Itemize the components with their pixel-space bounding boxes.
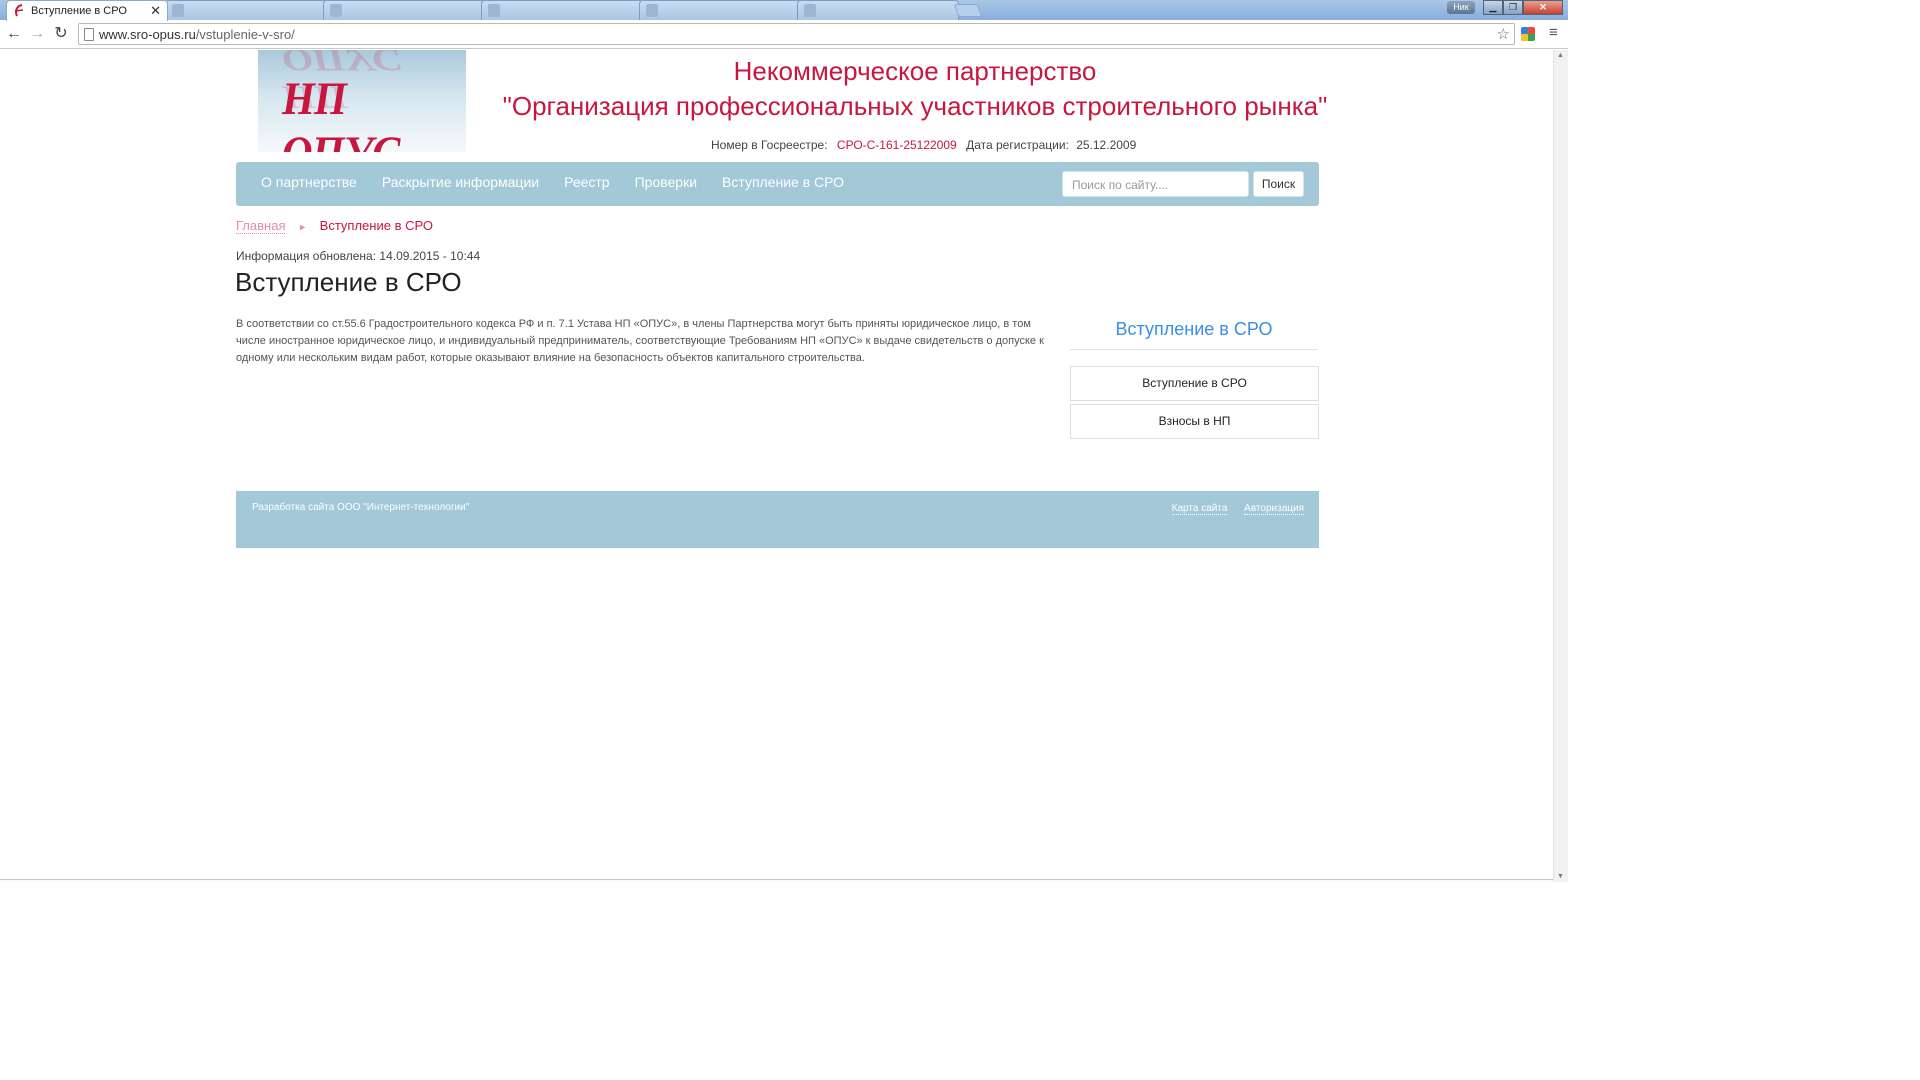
tab-favicon-icon <box>646 4 658 17</box>
nav-item-join[interactable]: Вступление в СРО <box>722 174 844 190</box>
reload-icon[interactable]: ↻ <box>51 24 71 44</box>
browser-tab-strip: Вступление в СРО ✕ Ник ▁ ❐ ✕ <box>0 0 1568 21</box>
reg-date-label: Дата регистрации: <box>966 138 1069 152</box>
tab-favicon-icon <box>488 4 500 17</box>
organization-title: Некоммерческое партнерство "Организация … <box>480 54 1350 124</box>
tab-favicon-icon <box>172 4 184 17</box>
close-window-icon[interactable]: ✕ <box>1523 0 1563 15</box>
forward-arrow-icon[interactable]: → <box>27 24 47 44</box>
registry-number: СРО-С-161-25122009 <box>836 138 957 152</box>
breadcrumb-home-link[interactable]: Главная <box>236 218 286 234</box>
sidebar-item-join[interactable]: Вступление в СРО <box>1070 366 1319 401</box>
footer-developer-credit: Разработка сайта ООО "Интернет-технологи… <box>252 502 470 513</box>
site-search-input[interactable]: Поиск по сайту.... <box>1062 171 1249 197</box>
url-host: www.sro-opus.ru <box>99 27 196 42</box>
nav-item-inspections[interactable]: Проверки <box>635 174 697 190</box>
back-arrow-icon[interactable]: ← <box>4 24 24 44</box>
vertical-scrollbar[interactable]: ▲ ▼ <box>1553 50 1568 882</box>
extension-icon[interactable] <box>1521 27 1535 41</box>
nav-item-about[interactable]: О партнерстве <box>261 174 357 190</box>
registration-info: Номер в Госреестре: СРО-С-161-25122009 Д… <box>711 138 1136 152</box>
tab-2[interactable] <box>165 0 327 20</box>
tab-5[interactable] <box>639 0 801 20</box>
address-bar[interactable]: www.sro-opus.ru/vstuplenie-v-sro/ ☆ <box>78 23 1515 45</box>
org-title-line2: "Организация профессиональных участников… <box>502 91 1328 121</box>
scroll-down-icon[interactable]: ▼ <box>1557 873 1564 880</box>
footer-links: Карта сайта Авторизация <box>1158 503 1304 515</box>
page-icon <box>84 28 94 41</box>
address-url: www.sro-opus.ru/vstuplenie-v-sro/ <box>99 27 295 42</box>
tab-close-icon[interactable]: ✕ <box>150 3 161 19</box>
breadcrumb-current: Вступление в СРО <box>319 218 433 233</box>
tab-favicon-icon <box>804 4 816 17</box>
logo-reflection: НП ОПУС <box>282 50 400 116</box>
maximize-icon[interactable]: ❐ <box>1503 0 1523 15</box>
window-controls: ▁ ❐ ✕ <box>1483 0 1563 15</box>
sidebar-divider <box>1070 349 1318 350</box>
search-button[interactable]: Поиск <box>1253 171 1304 197</box>
footer-login-link[interactable]: Авторизация <box>1244 503 1304 515</box>
main-nav: О партнерстве Раскрытие информации Реест… <box>236 162 1319 206</box>
site-logo[interactable]: НП ОПУС НП ОПУС <box>258 50 466 152</box>
tab-4[interactable] <box>481 0 643 20</box>
nav-item-registry[interactable]: Реестр <box>564 174 610 190</box>
page-title: Вступление в СРО <box>235 267 462 297</box>
tab-title: Вступление в СРО <box>31 5 127 17</box>
site-footer: Разработка сайта ООО "Интернет-технологи… <box>236 491 1319 548</box>
sidebar-title[interactable]: Вступление в СРО <box>1070 319 1318 340</box>
sidebar-item-fees[interactable]: Взносы в НП <box>1070 404 1319 439</box>
url-path: /vstuplenie-v-sro/ <box>195 27 295 42</box>
browser-toolbar: ← → ↻ www.sro-opus.ru/vstuplenie-v-sro/ … <box>0 20 1568 49</box>
breadcrumb: Главная ► Вступление в СРО <box>236 218 433 234</box>
registry-label: Номер в Госреестре: <box>711 138 828 152</box>
site-favicon-icon <box>13 4 25 17</box>
tab-6[interactable] <box>797 0 959 20</box>
tab-3[interactable] <box>323 0 485 20</box>
tab-favicon-icon <box>330 4 342 17</box>
nav-item-disclosure[interactable]: Раскрытие информации <box>382 174 539 190</box>
browser-menu-icon[interactable]: ≡ <box>1549 24 1558 41</box>
new-tab-button[interactable] <box>953 4 983 17</box>
reg-date: 25.12.2009 <box>1076 138 1137 152</box>
content-paragraph: В соответствии со ст.55.6 Градостроитель… <box>236 318 1044 364</box>
tab-active[interactable]: Вступление в СРО ✕ <box>6 0 168 21</box>
nav-menu: О партнерстве Раскрытие информации Реест… <box>261 174 869 190</box>
footer-sitemap-link[interactable]: Карта сайта <box>1171 503 1228 515</box>
bookmark-star-icon[interactable]: ☆ <box>1497 25 1510 43</box>
updated-timestamp: Информация обновлена: 14.09.2015 - 10:44 <box>236 249 481 263</box>
user-profile-button[interactable]: Ник <box>1447 1 1475 14</box>
minimize-icon[interactable]: ▁ <box>1483 0 1503 15</box>
org-title-line1: Некоммерческое партнерство <box>733 56 1097 86</box>
breadcrumb-separator-icon: ► <box>298 222 308 232</box>
bottom-edge <box>0 879 1553 882</box>
scroll-up-icon[interactable]: ▲ <box>1557 52 1564 59</box>
